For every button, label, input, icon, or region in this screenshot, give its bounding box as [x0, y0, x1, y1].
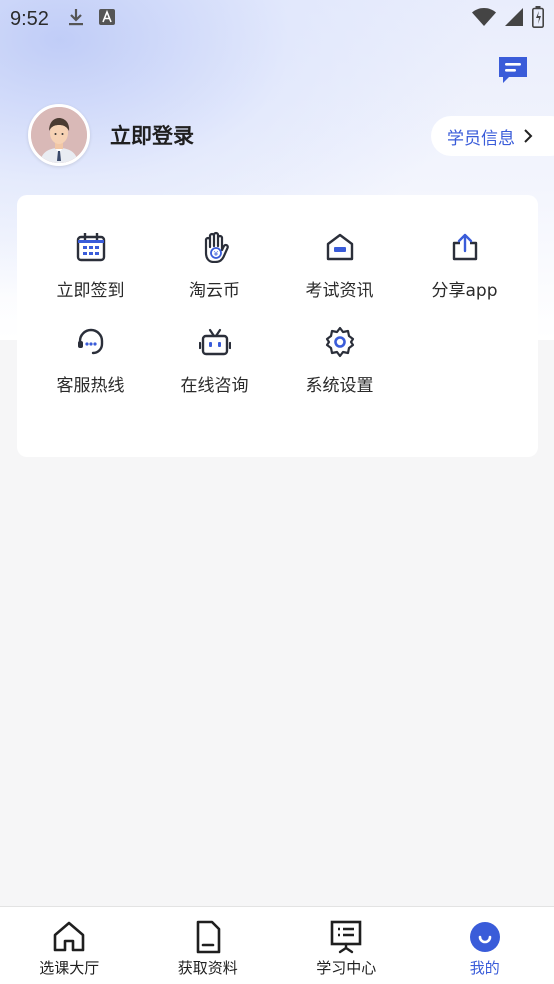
nav-item-mine[interactable]: 我的: [416, 907, 554, 984]
share-upload-icon: [452, 233, 477, 261]
menu-item-label: 淘云币: [189, 281, 240, 301]
nav-item-label: 学习中心: [316, 959, 377, 977]
signal-icon: [504, 7, 524, 31]
menu-item-coins[interactable]: ¥ 淘云币: [152, 231, 277, 311]
menu-item-hotline[interactable]: 客服热线: [28, 326, 153, 406]
student-info-label: 学员信息: [447, 128, 515, 149]
message-button[interactable]: [497, 55, 529, 85]
house-badge-icon: [326, 233, 353, 261]
wifi-icon: [472, 7, 496, 31]
menu-item-label: 客服热线: [56, 376, 125, 396]
battery-icon: [532, 6, 544, 32]
menu-item-label: 系统设置: [305, 376, 374, 396]
menu-item-exam-news[interactable]: 考试资讯: [277, 231, 402, 311]
nav-item-study-center[interactable]: 学习中心: [277, 907, 416, 984]
font-a-icon: [98, 9, 115, 29]
menu-item-label: 分享app: [431, 281, 498, 301]
nav-item-label: 我的: [469, 959, 500, 977]
menu-item-settings[interactable]: 系统设置: [277, 326, 402, 406]
home-icon: [53, 921, 85, 952]
menu-item-label: 考试资讯: [305, 281, 374, 301]
smile-icon: [469, 922, 500, 952]
menu-item-label: 在线咨询: [180, 376, 249, 396]
avatar[interactable]: [28, 104, 90, 166]
headset-icon: [77, 328, 103, 355]
nav-item-materials[interactable]: 获取资料: [139, 907, 278, 984]
message-icon: [499, 57, 527, 83]
board-icon: [330, 920, 362, 954]
gear-icon: [325, 326, 354, 358]
login-link[interactable]: 立即登录: [110, 120, 194, 150]
nav-item-label: 选课大厅: [39, 959, 100, 977]
status-time: 9:52: [10, 7, 49, 30]
menu-item-share-app[interactable]: 分享app: [402, 231, 527, 311]
chevron-right-icon: [524, 129, 533, 143]
bottom-nav: 选课大厅 获取资料 学习中心 我的: [0, 906, 554, 984]
robot-tv-icon: [198, 328, 231, 356]
menu-item-label: 立即签到: [56, 281, 125, 301]
coin-hand-icon: ¥: [204, 231, 229, 263]
download-icon: [67, 7, 85, 31]
calendar-icon: [76, 233, 105, 262]
svg-text:¥: ¥: [213, 250, 218, 258]
status-bar: 9:52: [0, 0, 554, 38]
nav-item-course-hall[interactable]: 选课大厅: [0, 907, 139, 984]
nav-item-label: 获取资料: [177, 959, 238, 977]
menu-item-checkin[interactable]: 立即签到: [28, 231, 153, 311]
profile-row[interactable]: 立即登录: [28, 104, 194, 166]
menu-card: 立即签到 ¥ 淘云币 考试资讯 分享app 客服热线 在线咨询 系统设置: [17, 195, 538, 457]
student-info-button[interactable]: 学员信息: [431, 116, 554, 156]
menu-item-online-consult[interactable]: 在线咨询: [152, 326, 277, 406]
document-icon: [196, 920, 221, 954]
